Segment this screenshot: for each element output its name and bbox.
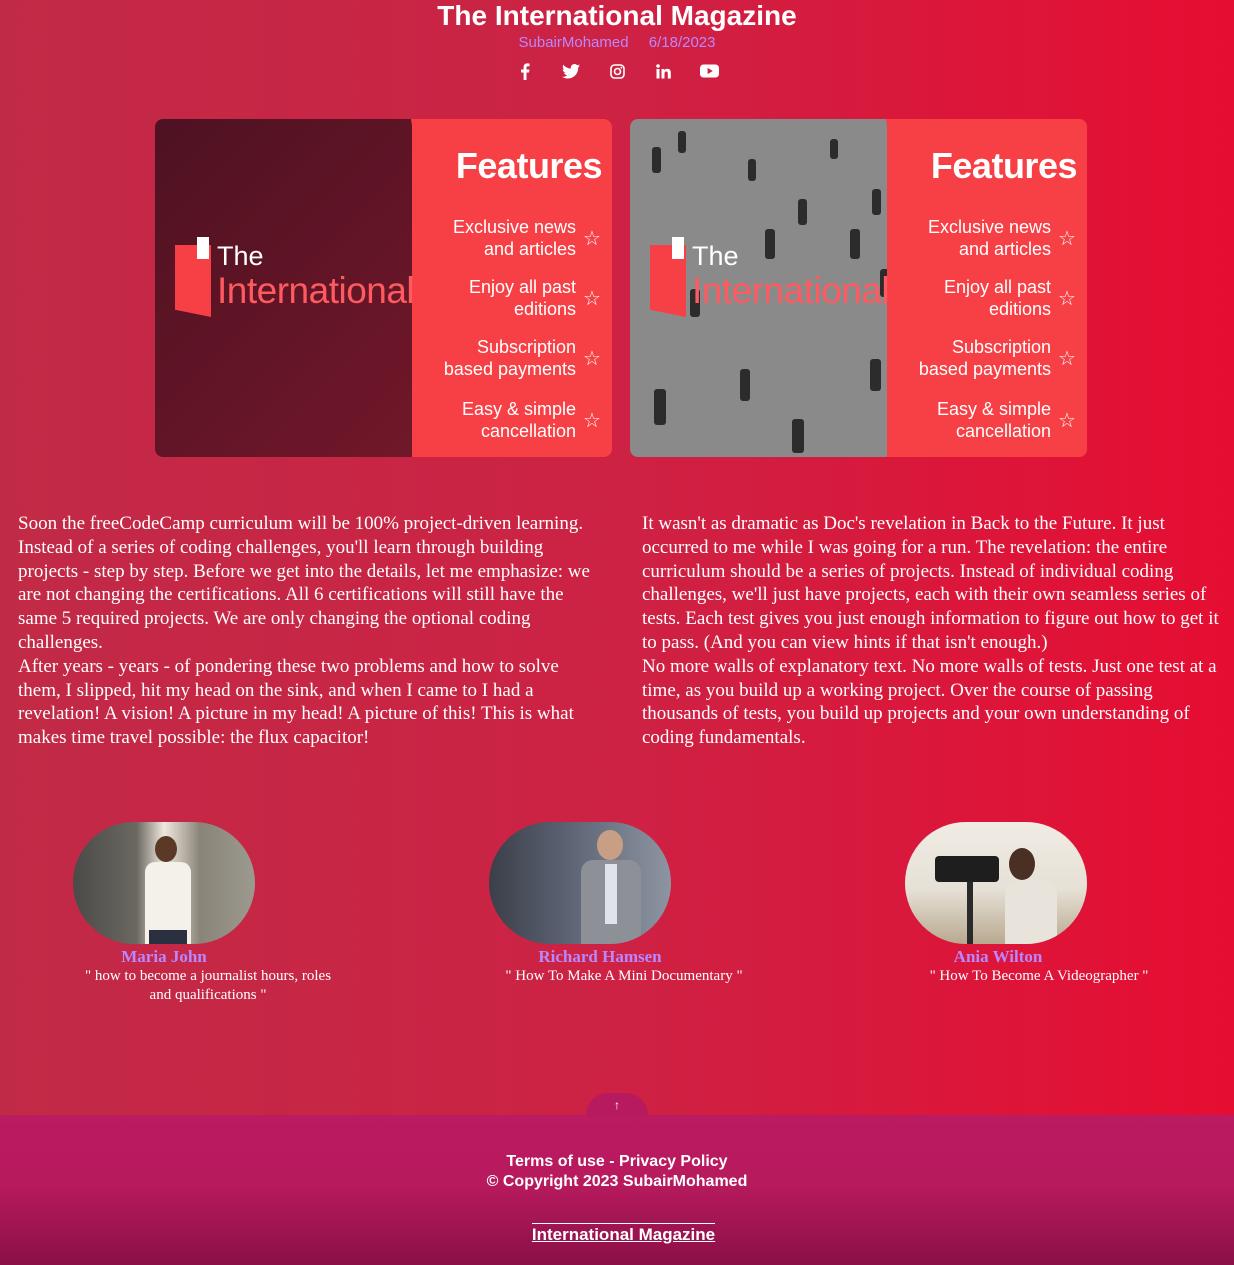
- star-icon: ☆: [583, 409, 601, 432]
- feature-item: Subscription based payments ☆: [443, 337, 601, 379]
- link-separator: -: [604, 1153, 620, 1170]
- feature-item: Subscription based payments ☆: [918, 337, 1076, 379]
- article-paragraph: No more walls of explanatory text. No mo…: [642, 655, 1217, 749]
- features-title: Features: [930, 145, 1078, 186]
- author-name: Maria John: [121, 947, 207, 966]
- article: Soon the freeCodeCamp curriculum will be…: [18, 512, 598, 750]
- header: The International Magazine SubairMohamed…: [0, 0, 1234, 80]
- page-title: The International Magazine: [437, 0, 797, 31]
- star-icon: ☆: [1058, 409, 1076, 432]
- twitter-icon[interactable]: [559, 62, 583, 80]
- logo-the: The: [217, 241, 264, 271]
- feature-item: Exclusive news and articles ☆: [452, 217, 601, 259]
- author-photo: [489, 822, 671, 944]
- magazine-logo: The International: [175, 237, 415, 317]
- publish-date: 6/18/2023: [648, 34, 716, 51]
- arrow-up-icon: ↑: [614, 1098, 620, 1112]
- footer: Terms of use - Privacy Policy © Copyrigh…: [0, 1115, 1234, 1265]
- star-icon: ☆: [1058, 287, 1076, 310]
- features-title: Features: [455, 145, 603, 186]
- privacy-link[interactable]: Privacy Policy: [619, 1153, 728, 1170]
- copyright: © Copyright 2023 SubairMohamed: [486, 1173, 748, 1190]
- feature-item: Enjoy all past editions ☆: [468, 277, 601, 319]
- article-paragraph: After years - years - of pondering these…: [18, 655, 574, 749]
- magazine-logo: The International: [650, 237, 890, 317]
- star-icon: ☆: [583, 347, 601, 370]
- terms-link[interactable]: Terms of use: [506, 1153, 604, 1170]
- star-icon: ☆: [1058, 227, 1076, 250]
- author-quote: " How To Become A Videographer ": [929, 968, 1149, 984]
- social-links: [0, 62, 1234, 80]
- book-logo-icon: [650, 237, 686, 317]
- article-paragraph: Soon the freeCodeCamp curriculum will be…: [18, 513, 590, 653]
- article-paragraph: It wasn't as dramatic as Doc's revelatio…: [642, 513, 1219, 653]
- feature-banner: The International Features Exclusive new…: [155, 119, 612, 457]
- articles: Soon the freeCodeCamp curriculum will be…: [18, 512, 1234, 750]
- author-quote: " How To Make A Mini Documentary ": [505, 968, 743, 984]
- feature-banner: The International Features Exclusive new…: [630, 119, 1087, 457]
- feature-item: Enjoy all past editions ☆: [943, 277, 1076, 319]
- youtube-icon[interactable]: [697, 62, 721, 80]
- author-name: Richard Hamsen: [538, 947, 662, 966]
- star-icon: ☆: [583, 287, 601, 310]
- facebook-icon[interactable]: [513, 62, 537, 80]
- instagram-icon[interactable]: [605, 62, 629, 80]
- back-to-top-button[interactable]: ↑: [586, 1093, 648, 1117]
- feature-item: Exclusive news and articles ☆: [927, 217, 1076, 259]
- linkedin-icon[interactable]: [651, 62, 675, 80]
- star-icon: ☆: [1058, 347, 1076, 370]
- feature-item: Easy & simple cancellation ☆: [461, 399, 601, 441]
- feature-banners: The International Features Exclusive new…: [155, 119, 1087, 457]
- footer-links: Terms of use - Privacy Policy © Copyrigh…: [0, 1152, 1234, 1192]
- author-photo: [73, 822, 255, 944]
- byline: SubairMohamed 6/18/2023: [0, 34, 1234, 54]
- article: It wasn't as dramatic as Doc's revelatio…: [642, 512, 1232, 750]
- star-icon: ☆: [583, 227, 601, 250]
- author-name: Ania Wilton: [953, 947, 1043, 966]
- author-photo: [905, 822, 1087, 944]
- feature-item: Easy & simple cancellation ☆: [936, 399, 1076, 441]
- logo-the: The: [692, 241, 739, 271]
- logo-name: International: [217, 270, 415, 311]
- logo-name: International: [692, 270, 890, 311]
- footer-brand[interactable]: International Magazine: [0, 1223, 1234, 1245]
- author-name: SubairMohamed: [518, 34, 629, 51]
- book-logo-icon: [175, 237, 211, 317]
- author-quote: " how to become a journalist hours, role…: [84, 968, 332, 1003]
